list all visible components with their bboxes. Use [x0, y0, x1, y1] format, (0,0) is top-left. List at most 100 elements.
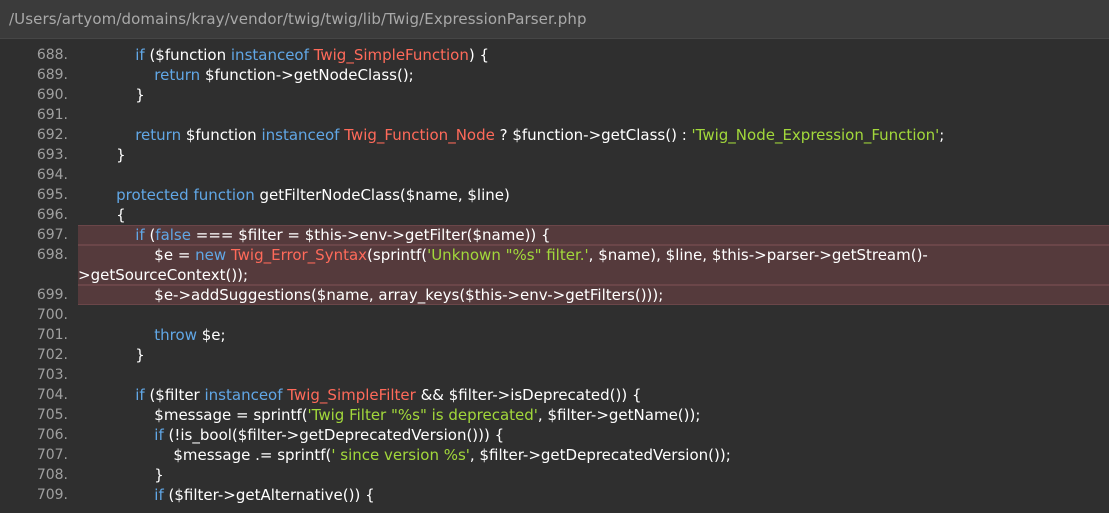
line-number: 696. [36, 207, 68, 223]
code-row: } [78, 145, 1109, 165]
code-line: 694. [0, 165, 1109, 185]
line-number: 694. [36, 167, 68, 183]
line-number: 688. [36, 47, 68, 63]
line-number: 702. [36, 347, 68, 363]
string-token: 'Twig_Node_Expression_Function' [691, 126, 940, 144]
code-line: 708. } [0, 465, 1109, 485]
code-row: throw $e; [78, 325, 1109, 345]
line-code: if (false === $filter = $this->env->getF… [78, 225, 1109, 245]
code-token: $message .= sprintf( [78, 446, 332, 464]
keyword-token: function [193, 186, 255, 204]
code-line: 688. if ($function instanceof Twig_Simpl… [0, 45, 1109, 65]
line-number: 709. [36, 487, 68, 503]
code-line: 707. $message .= sprintf(' since version… [0, 445, 1109, 465]
code-line: 700. [0, 305, 1109, 325]
line-code: if ($filter instanceof Twig_SimpleFilter… [78, 385, 1109, 405]
line-code: if (!is_bool($filter->getDeprecatedVersi… [78, 425, 1109, 445]
code-row: >getSourceContext()); [78, 265, 1109, 285]
string-token: ' since version %s' [331, 446, 470, 464]
code-line-error-highlight: 697. if (false === $filter = $this->env-… [0, 225, 1109, 245]
code-token: && $filter->isDeprecated()) { [415, 386, 642, 404]
line-code: $e->addSuggestions($name, array_keys($th… [78, 285, 1109, 305]
code-token: } [78, 346, 145, 364]
code-token: ($filter->getAlternative()) { [163, 486, 375, 504]
line-code: if ($filter->getAlternative()) { [78, 485, 1109, 505]
line-number: 706. [36, 427, 68, 443]
line-number: 707. [36, 447, 68, 463]
code-row: if ($filter instanceof Twig_SimpleFilter… [78, 385, 1109, 405]
code-token: ? $function->getClass() : [494, 126, 692, 144]
code-row: protected function getFilterNodeClass($n… [78, 185, 1109, 205]
code-line: 693. } [0, 145, 1109, 165]
code-token: $e; [196, 326, 226, 344]
class-name-token: Twig_SimpleFilter [287, 386, 416, 404]
line-code: $message = sprintf('Twig Filter "%s" is … [78, 405, 1109, 425]
keyword-token: protected [116, 186, 189, 204]
code-line: 705. $message = sprintf('Twig Filter "%s… [0, 405, 1109, 425]
keyword-token: if [135, 386, 145, 404]
keyword-token: if [154, 486, 164, 504]
code-line: 703. [0, 365, 1109, 385]
line-code: throw $e; [78, 325, 1109, 345]
class-name-token: Twig_Function_Node [344, 126, 495, 144]
code-viewer[interactable]: 688. if ($function instanceof Twig_Simpl… [0, 38, 1109, 513]
line-number: 692. [36, 127, 68, 143]
line-number: 695. [36, 187, 68, 203]
code-line: 709. if ($filter->getAlternative()) { [0, 485, 1109, 505]
code-line-error-highlight: 698. $e = new Twig_Error_Syntax(sprintf(… [0, 245, 1109, 285]
code-row: $e = new Twig_Error_Syntax(sprintf('Unkn… [78, 245, 1109, 265]
code-line: 690. } [0, 85, 1109, 105]
string-token: 'Unknown "%s" filter.' [427, 246, 589, 264]
line-number: 708. [36, 467, 68, 483]
line-number: 691. [36, 107, 68, 123]
line-code: } [78, 465, 1109, 485]
line-code: $message .= sprintf(' since version %s',… [78, 445, 1109, 465]
code-token: , $filter->getDeprecatedVersion()); [469, 446, 731, 464]
code-line: 696. { [0, 205, 1109, 225]
keyword-token: instanceof [204, 386, 283, 404]
code-row [78, 105, 1109, 125]
code-token: === $filter = $this->env->getFilter($nam… [190, 226, 551, 244]
code-line: 692. return $function instanceof Twig_Fu… [0, 125, 1109, 145]
file-path-header: /Users/artyom/domains/kray/vendor/twig/t… [0, 0, 1109, 38]
keyword-token: if [135, 226, 145, 244]
line-code [78, 365, 1109, 385]
code-row: } [78, 85, 1109, 105]
class-name-token: Twig_Error_Syntax [230, 246, 368, 264]
code-line: 689. return $function->getNodeClass(); [0, 65, 1109, 85]
code-token: } [78, 86, 145, 104]
code-line: 702. } [0, 345, 1109, 365]
code-token: ($filter [144, 386, 205, 404]
keyword-token: if [135, 46, 145, 64]
keyword-token: return [135, 126, 182, 144]
keyword-token: return [154, 66, 201, 84]
line-number: 705. [36, 407, 68, 423]
code-row: if (false === $filter = $this->env->getF… [78, 225, 1109, 245]
line-code [78, 105, 1109, 125]
code-token: $function->getNodeClass(); [200, 66, 414, 84]
line-number: 697. [36, 227, 68, 243]
keyword-token: false [155, 226, 191, 244]
code-token: $message = sprintf( [78, 406, 308, 424]
line-code: { [78, 205, 1109, 225]
line-code: $e = new Twig_Error_Syntax(sprintf('Unkn… [78, 245, 1109, 285]
line-number: 693. [36, 147, 68, 163]
keyword-token: throw [154, 326, 197, 344]
code-row: if ($function instanceof Twig_SimpleFunc… [78, 45, 1109, 65]
code-row: $message = sprintf('Twig Filter "%s" is … [78, 405, 1109, 425]
code-token: $e->addSuggestions($name, array_keys($th… [78, 286, 664, 304]
code-token: ; [939, 126, 945, 144]
code-line: 704. if ($filter instanceof Twig_SimpleF… [0, 385, 1109, 405]
code-token: ( [144, 226, 156, 244]
code-token: ) { [468, 46, 490, 64]
line-number: 689. [36, 67, 68, 83]
code-token: , $filter->getName()); [537, 406, 701, 424]
code-row [78, 365, 1109, 385]
